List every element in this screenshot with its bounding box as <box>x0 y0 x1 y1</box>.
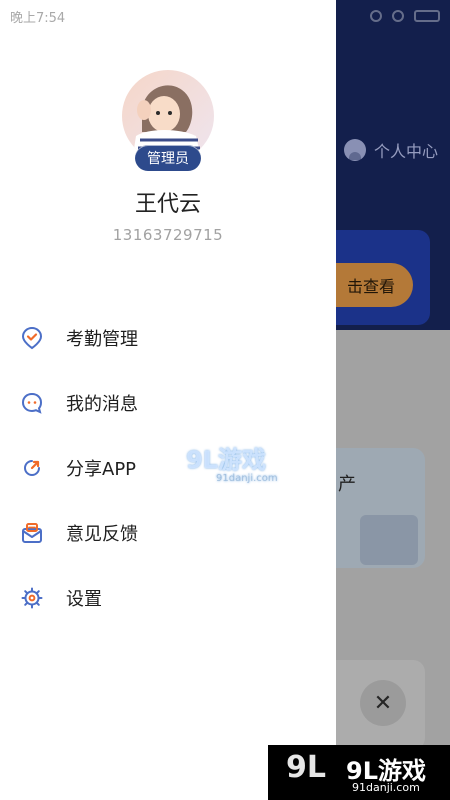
role-badge: 管理员 <box>135 145 201 171</box>
status-icons <box>370 10 440 22</box>
menu-item-label: 意见反馈 <box>66 523 138 545</box>
wifi-icon <box>392 10 404 22</box>
battery-icon <box>414 10 440 22</box>
status-bar: 晚上7:54 <box>0 0 450 32</box>
user-name: 王代云 <box>134 192 201 217</box>
share-icon <box>20 456 44 480</box>
drawer-menu: 考勤管理 我的消息 分享APP 意见反馈 设置 <box>0 305 336 630</box>
menu-item-label: 分享APP <box>66 458 137 480</box>
role-badge-label: 管理员 <box>147 151 189 167</box>
menu-item-label: 我的消息 <box>66 393 138 415</box>
side-drawer: 管理员 王代云 13163729715 考勤管理 我的消息 分享APP 意见反馈… <box>0 0 336 800</box>
menu-item-label: 设置 <box>66 588 102 610</box>
settings-icon <box>20 586 44 610</box>
watermark-bottom: 9L 9L游戏 91danji.com <box>268 745 450 800</box>
user-phone: 13163729715 <box>112 226 224 244</box>
menu-item-feedback[interactable]: 意见反馈 <box>0 500 336 565</box>
message-icon <box>20 391 44 415</box>
menu-item-attendance[interactable]: 考勤管理 <box>0 305 336 370</box>
menu-item-label: 考勤管理 <box>66 328 138 350</box>
menu-item-messages[interactable]: 我的消息 <box>0 370 336 435</box>
checkin-icon <box>20 326 44 350</box>
feedback-icon <box>20 521 44 545</box>
watermark-center-domain: 91danji.com <box>216 473 278 484</box>
watermark-center-brand: 9L游戏 <box>186 446 266 474</box>
menu-item-share[interactable]: 分享APP <box>0 435 336 500</box>
watermark-bottom-domain: 91danji.com <box>352 781 420 794</box>
menu-item-settings[interactable]: 设置 <box>0 565 336 630</box>
status-time: 晚上7:54 <box>10 10 66 26</box>
watermark-logo-icon: 9L <box>286 750 326 785</box>
watermark-center: 9L游戏 91danji.com <box>186 440 278 484</box>
alarm-icon <box>370 10 382 22</box>
